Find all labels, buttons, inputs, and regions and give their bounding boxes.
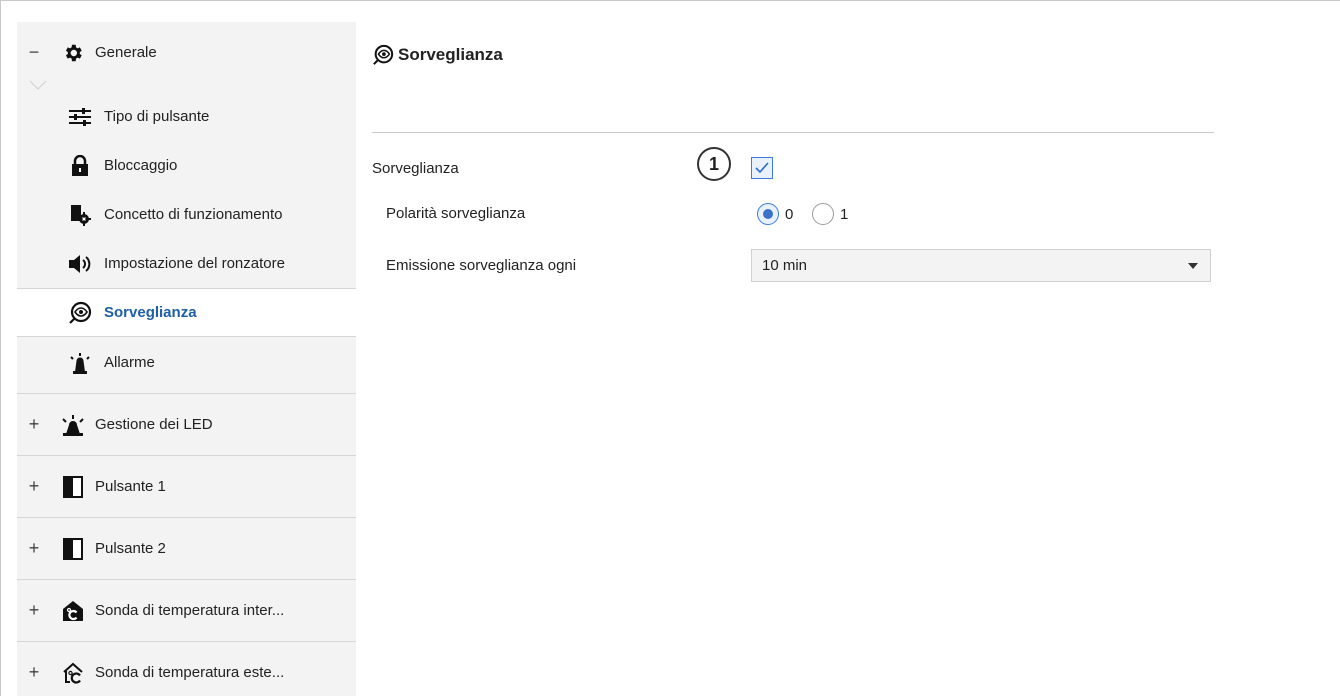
interval-label: Emissione sorveglianza ogni xyxy=(386,257,577,274)
divider xyxy=(372,132,1214,133)
main-panel: Sorveglianza Sorveglianza 1 Polarità sor… xyxy=(356,22,1340,696)
interval-dropdown[interactable]: 10 min xyxy=(751,249,1211,282)
sidebar-item-label: Sorveglianza xyxy=(104,304,197,321)
button-panel-icon xyxy=(59,473,87,501)
surveillance-eye-icon xyxy=(66,299,94,327)
button-panel-icon xyxy=(59,535,87,563)
sidebar-group-header-pulsante-1[interactable]: + Pulsante 1 xyxy=(17,456,356,517)
gear-icon xyxy=(59,39,87,67)
sidebar-group-gestione-led: + Gestione dei LED xyxy=(17,394,356,456)
sidebar-group-label: Sonda di temperatura inter... xyxy=(95,602,285,619)
polarity-label: Polarità sorveglianza xyxy=(386,205,526,222)
sidebar-item-label: Tipo di pulsante xyxy=(104,108,210,125)
sidebar-item-bloccaggio[interactable]: Bloccaggio xyxy=(17,141,356,190)
sliders-icon xyxy=(66,103,94,131)
sidebar-group-header-sonda-interna[interactable]: + Sonda di temperatura inter... xyxy=(17,580,356,641)
page-title: Sorveglianza xyxy=(372,44,503,66)
house-temperature-filled-icon xyxy=(59,597,87,625)
sidebar-group-header-generale[interactable]: − Generale xyxy=(17,22,356,83)
sidebar-group-label: Generale xyxy=(95,44,157,61)
sidebar-group-label: Pulsante 2 xyxy=(95,540,166,557)
surveillance-checkbox[interactable] xyxy=(751,157,773,179)
sidebar-group-header-pulsante-2[interactable]: + Pulsante 2 xyxy=(17,518,356,579)
sidebar-group-pulsante-2: + Pulsante 2 xyxy=(17,518,356,580)
sidebar-item-impostazione-del-ronzatore[interactable]: Impostazione del ronzatore xyxy=(17,239,356,288)
sidebar-item-sorveglianza[interactable]: Sorveglianza xyxy=(17,288,356,337)
radio-label: 0 xyxy=(785,205,794,223)
sidebar-group-sonda-interna: + Sonda di temperatura inter... xyxy=(17,580,356,642)
expand-toggle[interactable]: + xyxy=(17,538,51,559)
concept-gear-icon xyxy=(66,201,94,229)
expand-toggle[interactable]: + xyxy=(17,414,51,435)
sidebar-item-label: Concetto di funzionamento xyxy=(104,206,283,223)
expand-caret-icon xyxy=(29,80,47,90)
expand-toggle[interactable]: + xyxy=(17,662,51,683)
sidebar-group-generale: − Generale Tipo di pulsante Bloccaggio C… xyxy=(17,22,356,394)
sidebar-item-concetto-di-funzionamento[interactable]: Concetto di funzionamento xyxy=(17,190,356,239)
polarity-radio-0[interactable]: 0 xyxy=(757,203,793,225)
chevron-down-icon xyxy=(1188,263,1198,269)
dropdown-value: 10 min xyxy=(762,257,808,274)
sidebar-group-sonda-esterna: + Sonda di temperatura este... xyxy=(17,642,356,696)
speaker-icon xyxy=(66,250,94,278)
sidebar-group-pulsante-1: + Pulsante 1 xyxy=(17,456,356,518)
expand-toggle[interactable]: + xyxy=(17,600,51,621)
radio-button-selected[interactable] xyxy=(757,203,779,225)
house-temperature-outline-icon xyxy=(59,659,87,687)
collapse-toggle[interactable]: − xyxy=(17,42,51,63)
surveillance-label: Sorveglianza xyxy=(372,160,459,177)
led-light-icon xyxy=(59,411,87,439)
sidebar-group-header-sonda-esterna[interactable]: + Sonda di temperatura este... xyxy=(17,642,356,696)
sidebar-group-header-gestione-led[interactable]: + Gestione dei LED xyxy=(17,394,356,455)
sidebar-group-label: Pulsante 1 xyxy=(95,478,166,495)
polarity-radio-1[interactable]: 1 xyxy=(812,203,848,225)
surveillance-eye-icon xyxy=(372,44,394,66)
sidebar-item-label: Allarme xyxy=(104,354,155,371)
sidebar-item-tipo-di-pulsante[interactable]: Tipo di pulsante xyxy=(17,92,356,141)
sidebar: − Generale Tipo di pulsante Bloccaggio C… xyxy=(17,22,356,696)
sidebar-group-label: Gestione dei LED xyxy=(95,416,213,433)
radio-label: 1 xyxy=(840,205,849,223)
sidebar-item-allarme[interactable]: Allarme xyxy=(17,338,356,387)
sidebar-group-label: Sonda di temperatura este... xyxy=(95,664,285,681)
lock-icon xyxy=(66,152,94,180)
radio-button[interactable] xyxy=(812,203,834,225)
expand-toggle[interactable]: + xyxy=(17,476,51,497)
sidebar-item-label: Bloccaggio xyxy=(104,157,178,174)
alarm-light-icon xyxy=(66,349,94,377)
page-title-text: Sorveglianza xyxy=(398,45,503,64)
checkmark-icon xyxy=(755,162,769,174)
sidebar-item-label: Impostazione del ronzatore xyxy=(104,255,285,272)
callout-badge: 1 xyxy=(697,147,731,181)
